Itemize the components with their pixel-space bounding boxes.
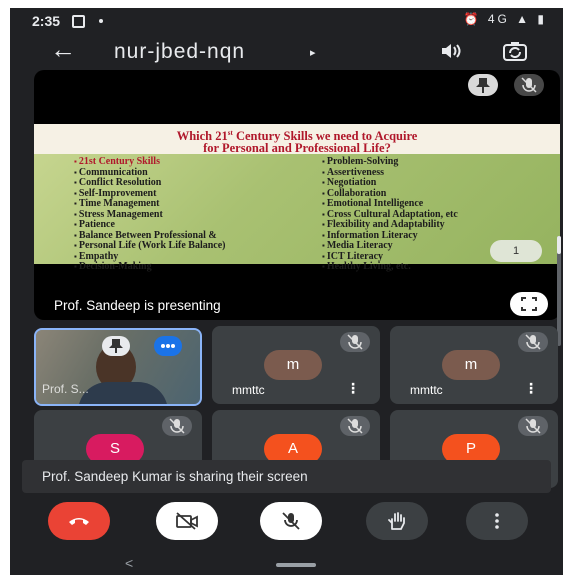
notification-dot-icon [99, 19, 103, 23]
screen-record-icon [72, 15, 85, 28]
meeting-code[interactable]: nur-jbed-nqn [114, 40, 245, 64]
grid-scrollbar[interactable] [557, 236, 561, 346]
mic-off-icon [340, 332, 370, 352]
android-nav-bar: < [10, 553, 563, 575]
more-options-icon[interactable]: ⋮ [524, 380, 538, 397]
list-item: 21st Century Skills [74, 156, 226, 168]
status-time: 2:35 [32, 13, 61, 29]
switch-camera-icon[interactable] [502, 40, 528, 67]
mic-off-icon [518, 416, 548, 436]
list-item: Conflict Resolution [74, 177, 226, 189]
list-item: Emotional Intelligence [322, 198, 458, 210]
mic-off-button[interactable] [260, 502, 322, 540]
self-video-tile[interactable]: Prof. S... [34, 328, 202, 406]
more-options-icon[interactable]: ⋮ [346, 380, 360, 397]
avatar: m [442, 350, 500, 380]
nav-back-icon[interactable]: < [125, 555, 133, 571]
camera-off-button[interactable] [156, 502, 218, 540]
participant-name: mmttc [410, 383, 443, 397]
participant-tile[interactable]: m mmttc ⋮ [212, 326, 380, 404]
meeting-info-caret-icon[interactable]: ▸ [310, 46, 316, 59]
slide-left-list: 21st Century Skills Communication Confli… [74, 156, 226, 273]
list-item: Personal Life (Work Life Balance) [74, 240, 226, 252]
list-item: Patience [74, 219, 226, 231]
participant-tile[interactable]: m mmttc ⋮ [390, 326, 558, 404]
back-arrow-icon[interactable]: ← [50, 36, 76, 62]
slide-title: Which 21st Century Skills we need to Acq… [34, 124, 560, 154]
list-item: Media Literacy [322, 240, 458, 252]
status-bar: 2:35 ⏰ 4G ▲ ▮ [10, 8, 563, 34]
presenter-muted-icon [514, 74, 544, 96]
pin-icon[interactable] [468, 74, 498, 96]
more-options-button[interactable] [466, 502, 528, 540]
list-item: Flexibility and Adaptability [322, 219, 458, 231]
fullscreen-button[interactable] [510, 292, 548, 316]
list-item: Time Management [74, 198, 226, 210]
scroll-thumb[interactable] [557, 236, 561, 254]
mic-off-icon [162, 416, 192, 436]
meeting-header: ← nur-jbed-nqn ▸ [10, 34, 563, 72]
participant-name: mmttc [232, 383, 265, 397]
pin-self-icon[interactable] [102, 336, 130, 356]
home-gesture-bar[interactable] [276, 563, 316, 567]
presenting-label: Prof. Sandeep is presenting [54, 298, 221, 313]
shared-slide: Which 21st Century Skills we need to Acq… [34, 124, 560, 272]
slide-page-indicator: 1 [490, 240, 542, 262]
self-shirt [78, 382, 168, 404]
mic-off-icon [340, 416, 370, 436]
status-right-icons: ⏰ 4G ▲ ▮ [463, 12, 547, 26]
phone-screen: 2:35 ⏰ 4G ▲ ▮ ← nur-jbed-nqn ▸ Which 21s… [10, 8, 563, 575]
screen-share-toast: Prof. Sandeep Kumar is sharing their scr… [22, 460, 551, 493]
presentation-tile[interactable]: Which 21st Century Skills we need to Acq… [34, 70, 560, 320]
avatar: m [264, 350, 322, 380]
list-item: Problem-Solving [322, 156, 458, 168]
end-call-button[interactable] [48, 502, 110, 540]
speaker-icon[interactable] [440, 42, 462, 65]
list-item: Decision-Making [74, 261, 226, 273]
slide-right-list: Problem-Solving Assertiveness Negotiatio… [322, 156, 458, 273]
mic-off-icon [518, 332, 548, 352]
raise-hand-button[interactable] [366, 502, 428, 540]
list-item: Healthy Living, etc. [322, 261, 458, 273]
self-name-label: Prof. S... [42, 382, 89, 396]
slide-body: 21st Century Skills Communication Confli… [34, 154, 560, 272]
audio-level-icon [154, 336, 182, 356]
list-item: Negotiation [322, 177, 458, 189]
